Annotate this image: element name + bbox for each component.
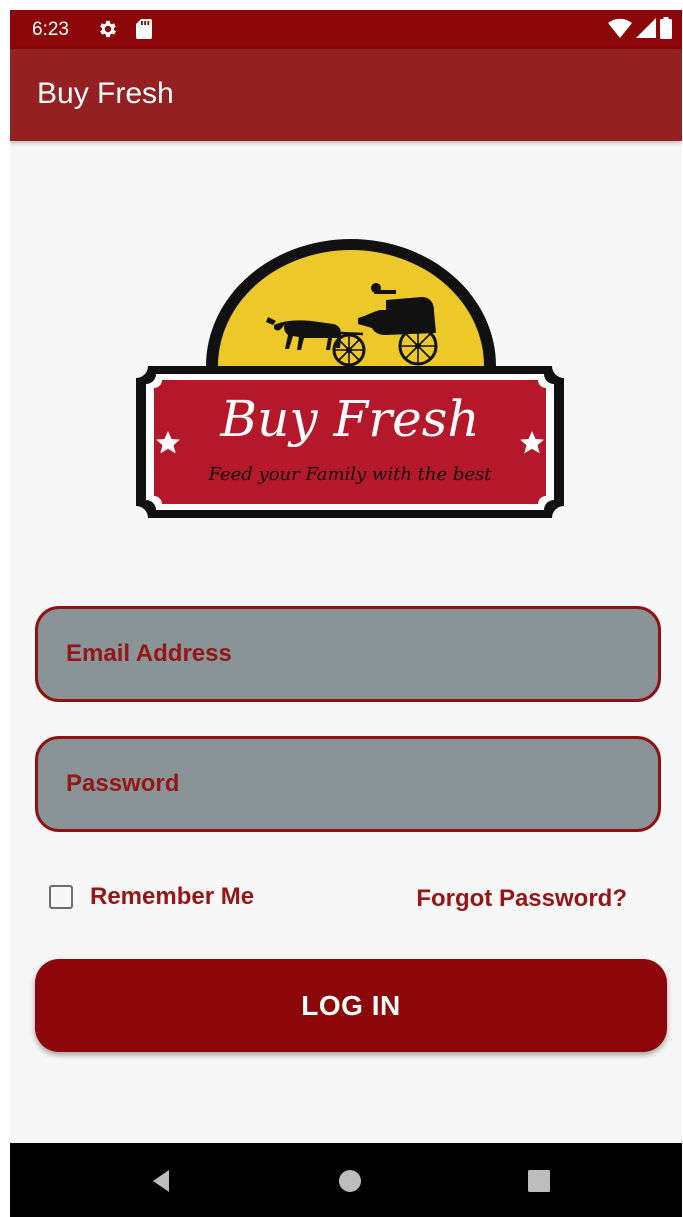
email-input[interactable]	[66, 609, 626, 699]
svg-text:Buy Fresh: Buy Fresh	[219, 390, 479, 448]
status-time: 6:23	[32, 19, 69, 40]
forgot-password-link[interactable]: Forgot Password?	[416, 885, 627, 913]
email-field[interactable]	[35, 606, 661, 702]
app-title: Buy Fresh	[37, 77, 174, 110]
home-icon[interactable]	[335, 1166, 365, 1196]
recents-icon[interactable]	[524, 1166, 554, 1196]
remember-me-checkbox[interactable]	[49, 885, 73, 909]
battery-icon	[660, 16, 672, 44]
sd-card-icon	[136, 19, 152, 39]
wifi-icon	[608, 18, 632, 43]
gear-icon	[97, 18, 119, 44]
phone-screen: 6:23 Buy Fresh Buy Fresh Feed your Famil…	[10, 10, 682, 1217]
status-bar: 6:23	[10, 10, 682, 49]
password-input[interactable]	[66, 739, 626, 829]
status-icons-right	[608, 16, 672, 44]
svg-text:Feed your Family with the best: Feed your Family with the best	[207, 464, 492, 485]
login-button[interactable]: LOG IN	[35, 959, 667, 1052]
remember-me-row[interactable]: Remember Me	[49, 883, 254, 911]
signal-icon	[636, 17, 656, 43]
remember-me-label[interactable]: Remember Me	[90, 883, 254, 911]
buy-fresh-logo: Buy Fresh Feed your Family with the best	[118, 238, 582, 523]
app-bar: Buy Fresh	[10, 49, 682, 141]
back-icon[interactable]	[146, 1166, 176, 1196]
password-field[interactable]	[35, 736, 661, 832]
navigation-bar	[10, 1143, 682, 1217]
